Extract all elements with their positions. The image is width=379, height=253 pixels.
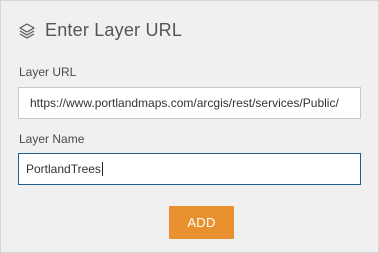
layer-url-input[interactable]: https://www.portlandmaps.com/arcgis/rest… xyxy=(18,87,361,119)
layer-name-input[interactable]: PortlandTrees xyxy=(18,153,361,185)
text-cursor xyxy=(101,162,103,176)
layer-name-label: Layer Name xyxy=(19,132,85,146)
layers-icon xyxy=(18,22,36,40)
dialog-title: Enter Layer URL xyxy=(45,20,183,40)
add-button[interactable]: ADD xyxy=(169,206,234,239)
add-layer-panel: Enter Layer URL Layer URL https://www.po… xyxy=(0,0,379,253)
layer-url-label: Layer URL xyxy=(19,65,77,79)
dialog-header: Enter Layer URL xyxy=(18,20,182,41)
layer-name-value: PortlandTrees xyxy=(26,162,101,176)
layer-url-value: https://www.portlandmaps.com/arcgis/rest… xyxy=(30,96,339,110)
